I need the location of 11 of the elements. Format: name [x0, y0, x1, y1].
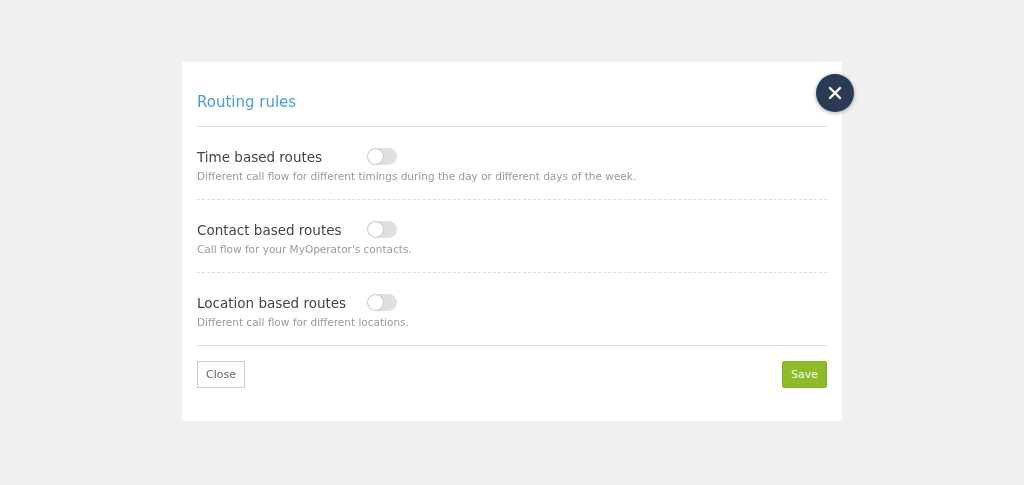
close-button[interactable]: Close	[197, 361, 245, 388]
rule-label: Time based routes	[197, 148, 324, 165]
rule-description: Different call flow for different timings during the day or different days of the week.	[197, 170, 638, 182]
rule-label: Location based routes	[197, 294, 348, 311]
rule-label: Contact based routes	[197, 221, 343, 238]
close-icon[interactable]	[816, 74, 854, 112]
toggle-switch[interactable]	[367, 148, 397, 165]
toggle-switch[interactable]	[367, 294, 397, 311]
rule-description: Call flow for your MyOperator's contacts.	[197, 243, 413, 255]
rule-description: Different call flow for different locations.	[197, 316, 410, 328]
toggle-switch[interactable]	[367, 221, 397, 238]
